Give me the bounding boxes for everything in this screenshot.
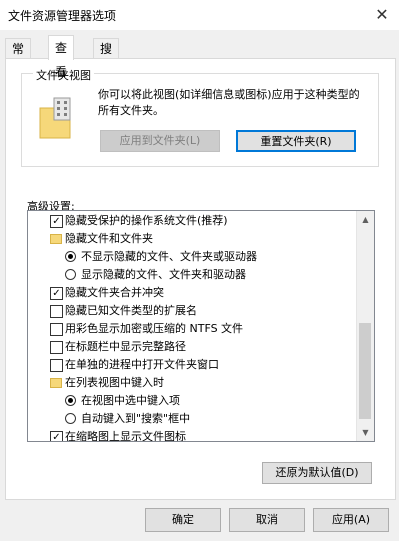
checkbox-icon[interactable] [50,323,63,336]
setting-label: 隐藏文件夹合并冲突 [65,286,164,299]
setting-label: 显示隐藏的文件、文件夹和驱动器 [81,268,246,281]
setting-group-hidden-files: 隐藏文件和文件夹 [28,230,357,248]
restore-defaults-button[interactable]: 还原为默认值(D) [262,462,372,484]
folder-icon [50,234,62,244]
setting-label: 隐藏受保护的操作系统文件(推荐) [65,214,228,227]
title-bar: 文件资源管理器选项 ✕ [0,0,399,30]
setting-color-ntfs[interactable]: 用彩色显示加密或压缩的 NTFS 文件 [28,320,357,338]
close-icon[interactable]: ✕ [365,0,399,30]
setting-label: 不显示隐藏的文件、文件夹或驱动器 [81,250,257,263]
apply-button[interactable]: 应用(A) [313,508,389,532]
setting-full-path-titlebar[interactable]: 在标题栏中显示完整路径 [28,338,357,356]
setting-label: 隐藏已知文件类型的扩展名 [65,304,197,317]
setting-label: 自动键入到"搜索"框中 [81,412,191,425]
cancel-button[interactable]: 取消 [229,508,305,532]
window-title: 文件资源管理器选项 [8,9,117,23]
tab-search[interactable]: 搜索 [93,38,120,76]
setting-select-typed-item[interactable]: 在视图中选中键入项 [28,392,357,410]
checkbox-icon[interactable]: ✓ [50,431,63,441]
chevron-down-icon[interactable]: ▼ [357,424,374,441]
folder-icon [50,378,62,388]
chevron-up-icon[interactable]: ▲ [357,211,374,228]
setting-hide-merge-conflicts[interactable]: ✓ 隐藏文件夹合并冲突 [28,284,357,302]
apply-to-folders-button[interactable]: 应用到文件夹(L) [100,130,220,152]
radio-selected-icon[interactable] [65,251,76,262]
checkbox-icon[interactable] [50,359,63,372]
setting-dont-show-hidden[interactable]: 不显示隐藏的文件、文件夹或驱动器 [28,248,357,266]
folder-view-description: 你可以将此视图(如详细信息或图标)应用于这种类型的所有文件夹。 [98,88,360,117]
setting-label: 在缩略图上显示文件图标 [65,430,186,442]
setting-label: 隐藏文件和文件夹 [65,232,153,245]
setting-hide-extensions[interactable]: 隐藏已知文件类型的扩展名 [28,302,357,320]
radio-icon[interactable] [65,413,76,424]
setting-separate-process[interactable]: 在单独的进程中打开文件夹窗口 [28,356,357,374]
tab-general[interactable]: 常规 [5,38,32,76]
setting-label: 在视图中选中键入项 [81,394,180,407]
setting-group-list-typing: 在列表视图中键入时 [28,374,357,392]
setting-hide-protected-os-files[interactable]: ✓ 隐藏受保护的操作系统文件(推荐) [28,212,357,230]
vertical-scrollbar[interactable]: ▲ ▼ [356,211,374,441]
scrollbar-thumb[interactable] [359,323,371,419]
setting-type-into-search[interactable]: 自动键入到"搜索"框中 [28,410,357,428]
checkbox-icon[interactable]: ✓ [50,287,63,300]
checkbox-icon[interactable] [50,305,63,318]
radio-icon[interactable] [65,269,76,280]
advanced-settings-list[interactable]: ✓ 隐藏受保护的操作系统文件(推荐) 隐藏文件和文件夹 不显示隐藏的文件、文件夹… [27,210,375,442]
setting-label: 在标题栏中显示完整路径 [65,340,186,353]
folder-view-icon [39,97,71,139]
checkbox-icon[interactable] [50,341,63,354]
setting-thumbnail-icons[interactable]: ✓ 在缩略图上显示文件图标 [28,428,357,442]
setting-label: 在单独的进程中打开文件夹窗口 [65,358,219,371]
reset-folders-button[interactable]: 重置文件夹(R) [236,130,356,152]
tab-view[interactable]: 查看 [48,35,75,79]
ok-button[interactable]: 确定 [145,508,221,532]
radio-selected-icon[interactable] [65,395,76,406]
setting-label: 用彩色显示加密或压缩的 NTFS 文件 [65,322,244,335]
setting-label: 在列表视图中键入时 [65,376,164,389]
setting-show-hidden[interactable]: 显示隐藏的文件、文件夹和驱动器 [28,266,357,284]
checkbox-icon[interactable]: ✓ [50,215,63,228]
